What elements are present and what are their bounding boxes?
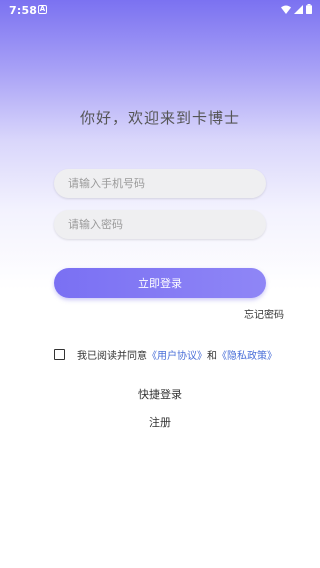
agreement-row: 我已阅读并同意 《用户协议》 和 《隐私政策》	[54, 347, 277, 362]
login-button[interactable]: 立即登录	[54, 268, 266, 298]
agreement-prefix: 我已阅读并同意	[77, 351, 147, 362]
notification-icon: A	[38, 5, 47, 14]
phone-field[interactable]	[54, 169, 266, 198]
phone-input[interactable]	[54, 169, 266, 198]
password-input[interactable]	[54, 210, 266, 239]
password-field[interactable]	[54, 210, 266, 239]
status-icons	[281, 4, 312, 14]
agreement-conjunction: 和	[207, 351, 217, 362]
welcome-heading: 你好，欢迎来到卡博士	[79, 109, 240, 127]
agreement-checkbox[interactable]	[54, 349, 65, 360]
privacy-policy-link[interactable]: 《隐私政策》	[217, 347, 277, 362]
user-agreement-link[interactable]: 《用户协议》	[147, 347, 207, 362]
signal-icon	[294, 4, 303, 14]
wifi-icon	[281, 5, 291, 14]
status-time: 7:58	[9, 4, 38, 17]
forgot-password-link[interactable]: 忘记密码	[244, 306, 284, 321]
login-screen: 7:58 A 你好，欢迎来到卡博士 立即登录 忘记密码 我已阅读并同意 《用户协…	[0, 0, 320, 568]
quick-login-link[interactable]: 快捷登录	[0, 386, 320, 402]
status-bar: 7:58 A	[0, 0, 320, 20]
battery-icon	[306, 4, 312, 14]
register-link[interactable]: 注册	[0, 414, 320, 430]
